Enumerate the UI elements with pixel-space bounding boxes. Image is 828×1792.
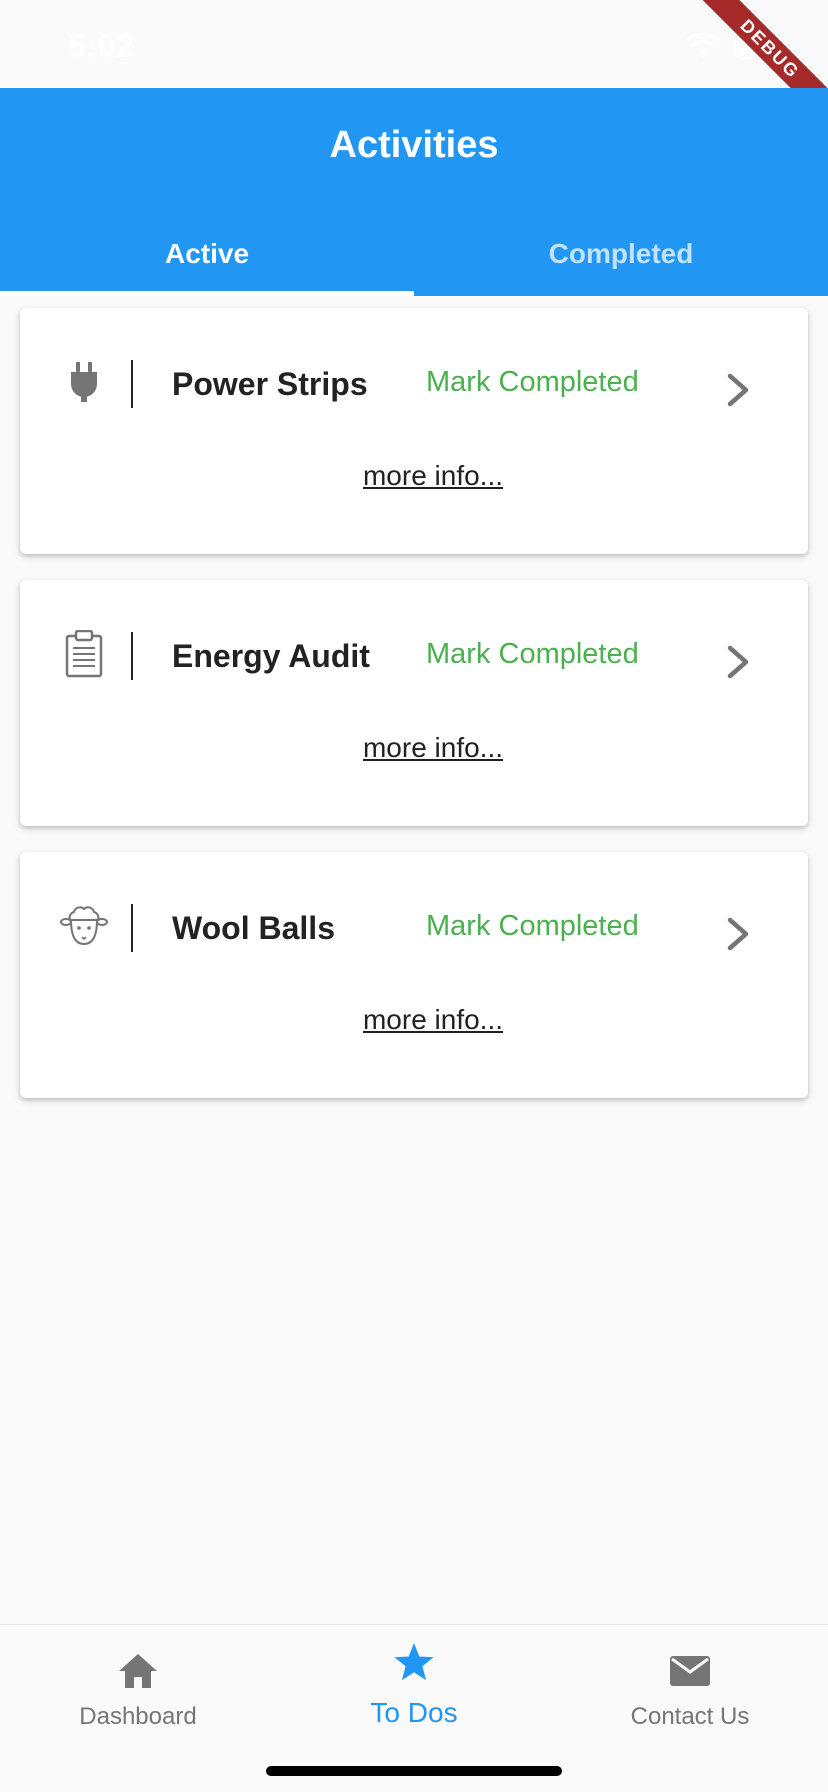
activity-card-energy-audit[interactable]: Energy Audit Mark Completed more info...	[20, 580, 808, 826]
mark-completed-button[interactable]: Mark Completed	[426, 638, 639, 671]
sheep-icon	[60, 902, 108, 950]
card-divider	[131, 904, 133, 952]
tab-indicator	[0, 291, 414, 296]
home-icon	[119, 1654, 157, 1688]
chevron-right-icon[interactable]	[724, 372, 752, 408]
card-divider	[131, 632, 133, 680]
nav-label-dashboard: Dashboard	[79, 1703, 197, 1730]
more-info-link[interactable]: more info...	[20, 732, 808, 764]
mark-completed-button[interactable]: Mark Completed	[426, 366, 639, 399]
tab-bar: Active Completed	[0, 228, 828, 296]
activity-title: Energy Audit	[172, 638, 370, 674]
clipboard-icon	[60, 630, 108, 678]
status-time: 5:02	[68, 28, 135, 64]
page-title: Activities	[329, 124, 499, 166]
activity-title: Wool Balls	[172, 910, 335, 946]
nav-label-todos: To Dos	[370, 1697, 458, 1728]
tab-completed[interactable]: Completed	[414, 228, 828, 296]
more-info-link[interactable]: more info...	[20, 1004, 808, 1036]
activity-title: Power Strips	[172, 366, 368, 402]
star-icon	[394, 1643, 434, 1681]
tab-active-label: Active	[164, 238, 250, 269]
card-divider	[131, 360, 133, 408]
home-indicator	[266, 1766, 562, 1776]
mail-icon	[670, 1656, 710, 1686]
nav-item-contact-us[interactable]: Contact Us	[552, 1625, 828, 1792]
more-info-link[interactable]: more info...	[20, 460, 808, 492]
app-bar: Activities Active Completed	[0, 88, 828, 296]
activity-card-power-strips[interactable]: Power Strips Mark Completed more info...	[20, 308, 808, 554]
tab-completed-label: Completed	[548, 238, 694, 269]
nav-label-contact-us: Contact Us	[630, 1703, 750, 1730]
chevron-right-icon[interactable]	[724, 916, 752, 952]
activity-card-wool-balls[interactable]: Wool Balls Mark Completed more info...	[20, 852, 808, 1098]
tab-active[interactable]: Active	[0, 228, 414, 296]
nav-item-dashboard[interactable]: Dashboard	[0, 1625, 276, 1792]
mark-completed-button[interactable]: Mark Completed	[426, 910, 639, 943]
chevron-right-icon[interactable]	[724, 644, 752, 680]
plug-icon	[60, 358, 108, 406]
